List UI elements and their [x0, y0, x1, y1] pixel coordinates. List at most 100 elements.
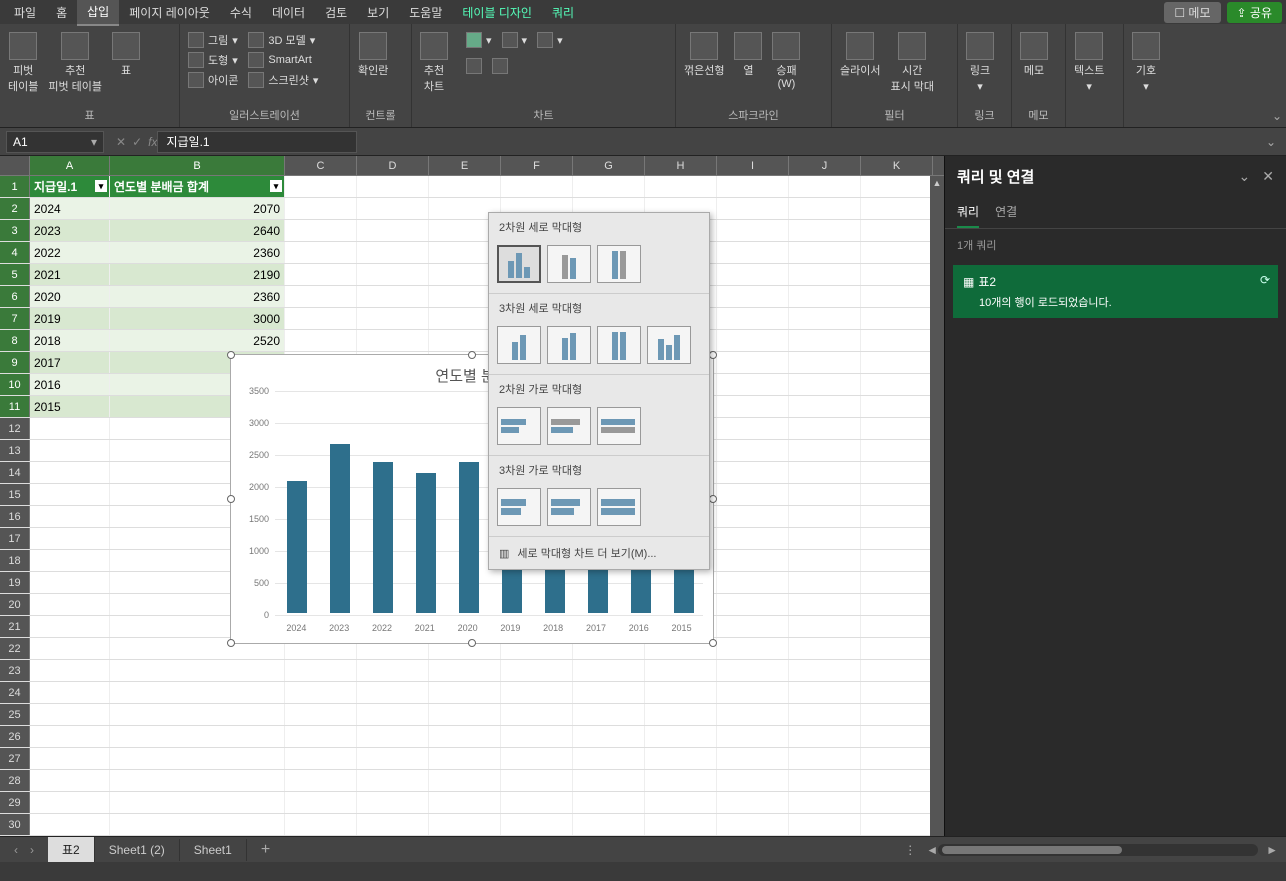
text-button[interactable]: 텍스트▾ — [1074, 32, 1104, 93]
sparkline-winloss-button[interactable]: 승패 (W) — [772, 32, 800, 90]
sparkline-line-button[interactable]: 꺾은선형 — [684, 32, 724, 78]
col-header-B[interactable]: B — [110, 156, 285, 175]
symbol-button[interactable]: 기호▾ — [1132, 32, 1160, 93]
sheet-nav-prev-icon[interactable]: ‹ — [14, 843, 18, 857]
filter-dropdown-icon[interactable]: ▾ — [95, 180, 107, 192]
formula-expand-icon[interactable]: ⌄ — [1256, 135, 1286, 149]
ribbon: 피벗 테이블 추천 피벗 테이블 표 표 그림 ▾ 도형 ▾ 아이콘 3D 모델… — [0, 24, 1286, 128]
shapes-button[interactable]: 도형 ▾ — [188, 52, 238, 68]
vertical-scrollbar[interactable]: ▲ — [930, 176, 944, 836]
col-header-K[interactable]: K — [861, 156, 933, 175]
line-chart-button[interactable]: ▾ — [537, 32, 563, 48]
col-header-J[interactable]: J — [789, 156, 861, 175]
menu-file[interactable]: 파일 — [4, 0, 46, 25]
col-header-I[interactable]: I — [717, 156, 789, 175]
cancel-fx-icon[interactable]: ✕ — [116, 135, 126, 149]
chart-3d-stacked-bar[interactable] — [547, 488, 591, 526]
icons-button[interactable]: 아이콘 — [188, 72, 238, 88]
chart-2d-clustered-bar[interactable] — [497, 407, 541, 445]
chart-3d-column[interactable] — [647, 326, 691, 364]
add-sheet-button[interactable]: + — [247, 841, 284, 859]
worksheet-grid[interactable]: A B C D E F G H I J K 1지급일.1▾연도별 분배금 합계▾… — [0, 156, 944, 836]
recommended-pivot-button[interactable]: 추천 피벗 테이블 — [48, 32, 102, 94]
sheet-tab-0[interactable]: 표2 — [48, 837, 95, 862]
timeline-button[interactable]: 시간 표시 막대 — [890, 32, 934, 94]
ribbon-group-charts-label: 차트 — [420, 107, 667, 123]
chart-3d-stacked-column[interactable] — [547, 326, 591, 364]
col-header-C[interactable]: C — [285, 156, 357, 175]
share-button[interactable]: ⇪ 공유 — [1227, 2, 1282, 23]
menu-tabledesign[interactable]: 테이블 디자인 — [452, 0, 542, 25]
checkbox-button[interactable]: 확인란 — [358, 32, 388, 78]
pivot-table-button[interactable]: 피벗 테이블 — [8, 32, 38, 94]
chevron-down-icon[interactable]: ▾ — [91, 135, 97, 149]
filter-dropdown-icon[interactable]: ▾ — [270, 180, 282, 192]
memo-button[interactable]: ☐ 메모 — [1164, 2, 1220, 23]
pane-options-icon[interactable]: ⌄ — [1239, 168, 1251, 185]
column-headers: A B C D E F G H I J K — [0, 156, 944, 176]
more-column-charts[interactable]: ▥세로 막대형 차트 더 보기(M)... — [489, 537, 709, 569]
pane-tab-connections[interactable]: 연결 — [995, 197, 1017, 228]
chart-3d-100stacked-bar[interactable] — [597, 488, 641, 526]
col-header-H[interactable]: H — [645, 156, 717, 175]
smartart-button[interactable]: SmartArt — [248, 52, 318, 68]
chart-2d-100stacked-column[interactable] — [597, 245, 641, 283]
table-button[interactable]: 표 — [112, 32, 140, 78]
pivot-chart-button[interactable] — [492, 58, 508, 74]
horizontal-scrollbar[interactable] — [938, 844, 1258, 856]
chart-2d-100stacked-bar[interactable] — [597, 407, 641, 445]
chart-3d-100stacked-column[interactable] — [597, 326, 641, 364]
formula-bar: A1▾ ✕ ✓ fx 지급일.1 ⌄ — [0, 128, 1286, 156]
screenshot-button[interactable]: 스크린샷 ▾ — [248, 72, 318, 88]
scroll-up-icon[interactable]: ▲ — [930, 176, 944, 190]
recommended-chart-button[interactable]: 추천 차트 — [420, 32, 448, 94]
sheet-tab-2[interactable]: Sheet1 — [180, 839, 247, 861]
fx-icon[interactable]: fx — [148, 135, 157, 149]
map-chart-button[interactable] — [466, 58, 482, 74]
query-refresh-icon[interactable]: ⟳ — [1260, 273, 1270, 287]
chart-2d-clustered-column[interactable] — [497, 245, 541, 283]
3dmodel-button[interactable]: 3D 모델 ▾ — [248, 32, 318, 48]
select-all-corner[interactable] — [0, 156, 30, 175]
scroll-left-icon[interactable]: ◄ — [926, 843, 938, 857]
menu-data[interactable]: 데이터 — [262, 0, 315, 25]
menu-bar: 파일 홈 삽입 페이지 레이아웃 수식 데이터 검토 보기 도움말 테이블 디자… — [0, 0, 1286, 24]
menu-formulas[interactable]: 수식 — [220, 0, 262, 25]
menu-view[interactable]: 보기 — [357, 0, 399, 25]
sheet-tabs-options-icon[interactable]: ⋮ — [904, 843, 916, 857]
menu-insert[interactable]: 삽입 — [77, 0, 119, 26]
picture-button[interactable]: 그림 ▾ — [188, 32, 238, 48]
status-bar: ‹ › 표2 Sheet1 (2) Sheet1 + ⋮ ◄ ► — [0, 836, 1286, 862]
chart-2d-stacked-column[interactable] — [547, 245, 591, 283]
scroll-right-icon[interactable]: ► — [1266, 843, 1278, 857]
queries-pane: 쿼리 및 연결 ⌄ ✕ 쿼리 연결 1개 쿼리 ▦표2 10개의 행이 로드되었… — [944, 156, 1286, 836]
memo-insert-button[interactable]: 메모 — [1020, 32, 1048, 78]
accept-fx-icon[interactable]: ✓ — [132, 135, 142, 149]
col-header-A[interactable]: A — [30, 156, 110, 175]
formula-input[interactable]: 지급일.1 — [157, 131, 357, 153]
menu-pagelayout[interactable]: 페이지 레이아웃 — [119, 0, 220, 25]
chart-2d-stacked-bar[interactable] — [547, 407, 591, 445]
pane-tab-query[interactable]: 쿼리 — [957, 197, 979, 228]
sheet-nav-next-icon[interactable]: › — [30, 843, 34, 857]
pane-close-icon[interactable]: ✕ — [1262, 168, 1274, 185]
name-box[interactable]: A1▾ — [6, 131, 104, 153]
chart-3d-clustered-column[interactable] — [497, 326, 541, 364]
col-header-D[interactable]: D — [357, 156, 429, 175]
ribbon-collapse-icon[interactable]: ⌄ — [1272, 109, 1282, 123]
sheet-tab-1[interactable]: Sheet1 (2) — [95, 839, 180, 861]
query-card[interactable]: ▦표2 10개의 행이 로드되었습니다. ⟳ — [953, 265, 1278, 318]
link-button[interactable]: 링크▾ — [966, 32, 994, 93]
chart-3d-clustered-bar[interactable] — [497, 488, 541, 526]
col-header-E[interactable]: E — [429, 156, 501, 175]
menu-help[interactable]: 도움말 — [399, 0, 452, 25]
col-header-F[interactable]: F — [501, 156, 573, 175]
column-chart-button[interactable]: ▾ — [466, 32, 492, 48]
menu-home[interactable]: 홈 — [46, 0, 77, 25]
bar-chart-button[interactable]: ▾ — [502, 32, 528, 48]
sparkline-column-button[interactable]: 열 — [734, 32, 762, 78]
menu-query[interactable]: 쿼리 — [542, 0, 584, 25]
slicer-button[interactable]: 슬라이서 — [840, 32, 880, 78]
menu-review[interactable]: 검토 — [315, 0, 357, 25]
col-header-G[interactable]: G — [573, 156, 645, 175]
